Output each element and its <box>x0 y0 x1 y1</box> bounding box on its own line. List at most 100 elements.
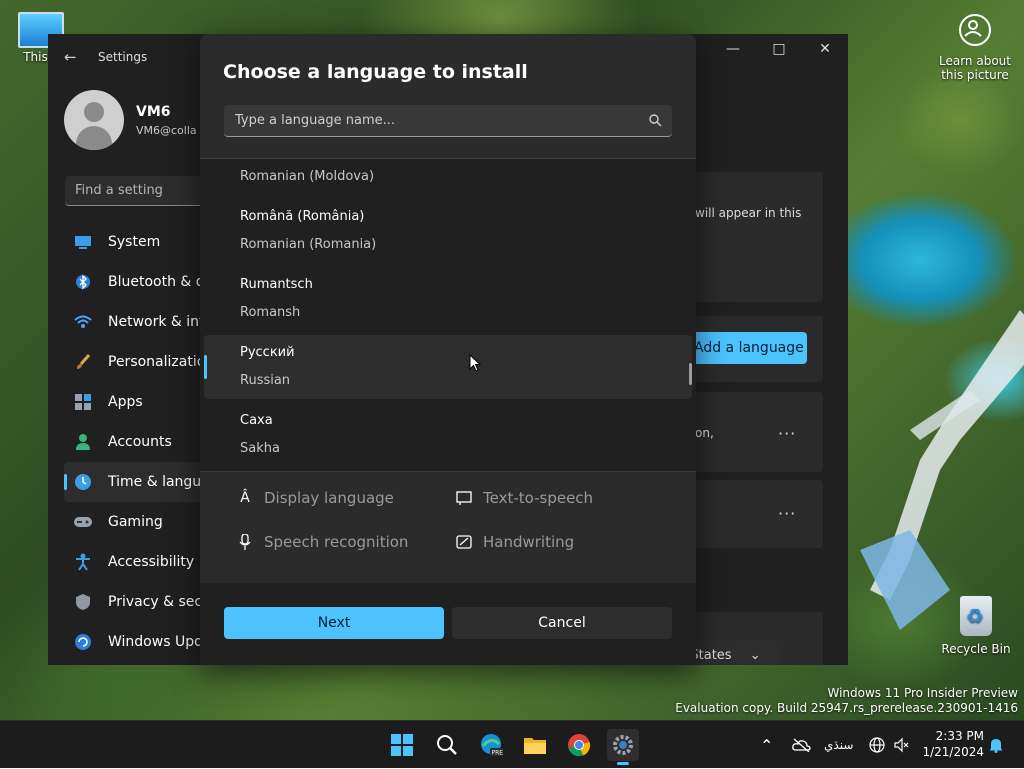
language-native-name: Rumantsch <box>240 277 313 292</box>
language-english-name: Sakha <box>240 441 280 456</box>
evaluation-watermark: Windows 11 Pro Insider Preview Evaluatio… <box>675 686 1018 716</box>
settings-app-title: Settings <box>98 50 148 64</box>
dialog-footer: Next Cancel <box>200 583 696 665</box>
feature-label: Text-to-speech <box>483 489 594 507</box>
preferred-languages-card <box>688 172 823 302</box>
input-language-label: سنڌي <box>824 738 854 752</box>
brush-icon <box>74 353 92 371</box>
text-to-speech-icon <box>455 489 473 507</box>
chrome-button[interactable] <box>563 729 595 761</box>
watermark-line2: Evaluation copy. Build 25947.rs_prerelea… <box>675 701 1018 715</box>
more-options-icon[interactable]: ··· <box>778 504 796 523</box>
language-item-romanian-moldova[interactable]: Romanian (Moldova) <box>204 159 692 195</box>
dialog-title: Choose a language to install <box>223 61 528 83</box>
list-scrollbar[interactable] <box>689 363 692 385</box>
recycle-bin-icon <box>960 596 992 636</box>
language-item-sakha[interactable]: Саха Sakha <box>204 403 692 467</box>
language-item-russian[interactable]: Русский Russian <box>204 335 692 399</box>
language-list: Romanian (Moldova) Română (România) Roma… <box>200 158 696 472</box>
bell-icon <box>990 739 1002 753</box>
folder-icon <box>524 738 546 754</box>
cloud-off-icon <box>792 738 811 752</box>
settings-taskbar-button[interactable] <box>607 729 639 765</box>
card-text-appear: will appear in this <box>695 206 802 220</box>
window-controls: — □ ✕ <box>710 34 848 64</box>
update-icon <box>74 633 92 651</box>
sidebar-item-label: Privacy & secu <box>108 594 211 610</box>
user-name: VM6 <box>136 104 171 120</box>
input-indicator[interactable]: سنڌي <box>824 721 853 769</box>
learn-label-line2: this picture <box>941 68 1009 82</box>
learn-about-picture-icon[interactable]: Learn about this picture <box>934 14 1016 82</box>
notifications-button[interactable] <box>988 721 1004 769</box>
minimize-icon[interactable]: — <box>710 34 756 64</box>
language-entry-card-2 <box>688 480 823 548</box>
watermark-line1: Windows 11 Pro Insider Preview <box>827 686 1018 700</box>
language-english-name: Romanian (Moldova) <box>240 169 375 184</box>
sidebar-item-label: Personalization <box>108 354 215 370</box>
chevron-up-icon: ⌃ <box>760 735 774 755</box>
edge-icon: PRE <box>481 734 503 757</box>
time-language-icon <box>74 473 92 491</box>
cloud-status[interactable] <box>791 721 811 769</box>
feature-label: Display language <box>264 489 394 507</box>
network-status[interactable] <box>869 721 885 769</box>
file-explorer-button[interactable] <box>519 729 551 761</box>
language-english-name: Romansh <box>240 305 301 320</box>
card-text-on: on, <box>695 426 714 440</box>
language-item-romansh[interactable]: Rumantsch Romansh <box>204 267 692 331</box>
search-icon <box>649 114 662 127</box>
globe-icon <box>869 737 885 753</box>
sidebar-item-label: Network & inte <box>108 314 214 330</box>
choose-language-dialog: Choose a language to install Type a lang… <box>200 34 696 665</box>
avatar[interactable] <box>64 90 124 150</box>
sidebar-item-label: Windows Upda <box>108 634 212 650</box>
show-hidden-icons[interactable]: ⌃ <box>760 721 773 769</box>
system-icon <box>74 233 92 251</box>
edge-beta-button[interactable]: PRE <box>475 729 507 761</box>
recycle-bin-label: Recycle Bin <box>941 642 1011 656</box>
display-language-icon: Â <box>240 490 250 506</box>
recycle-bin-desktop-icon[interactable]: Recycle Bin <box>940 596 1012 656</box>
feature-label: Speech recognition <box>264 533 409 551</box>
language-english-name: Romanian (Romania) <box>240 237 377 252</box>
maximize-icon[interactable]: □ <box>756 34 802 64</box>
speaker-muted-icon <box>894 737 909 753</box>
more-options-icon[interactable]: ··· <box>778 424 796 443</box>
add-language-button[interactable]: Add a language <box>688 332 807 364</box>
language-item-romanian-romania[interactable]: Română (România) Romanian (Romania) <box>204 199 692 263</box>
clock-date: 1/21/2024 <box>922 745 984 759</box>
volume-status[interactable] <box>894 721 910 769</box>
mouse-cursor-icon <box>469 354 481 372</box>
feature-text-to-speech: Text-to-speech <box>455 489 593 507</box>
taskbar-search-button[interactable] <box>431 729 463 761</box>
search-icon <box>437 735 457 755</box>
learn-label-line1: Learn about <box>939 54 1011 68</box>
back-arrow-icon[interactable]: ← <box>64 48 77 66</box>
gamepad-icon <box>74 513 92 531</box>
chrome-icon <box>568 734 591 757</box>
user-email: VM6@colla <box>136 124 197 137</box>
language-features: Â Display language Text-to-speech Speec… <box>200 471 696 583</box>
wifi-icon <box>74 313 92 331</box>
search-placeholder: Type a language name... <box>235 113 396 128</box>
bluetooth-icon <box>74 273 92 291</box>
feature-label: Handwriting <box>483 533 575 551</box>
taskbar-clock[interactable]: 2:33 PM 1/21/2024 <box>922 728 984 760</box>
sidebar-item-label: Time & langua <box>108 474 210 490</box>
windows-logo-icon <box>391 734 413 756</box>
taskbar: PRE ⌃ سنڌي 2:33 PM 1/21/2024 <box>0 720 1024 768</box>
clock-time: 2:33 PM <box>935 729 984 743</box>
close-icon[interactable]: ✕ <box>802 34 848 64</box>
language-native-name: Română (România) <box>240 209 365 224</box>
language-english-name: Russian <box>240 373 291 388</box>
next-button[interactable]: Next <box>224 607 444 639</box>
sidebar-item-label: Apps <box>108 394 143 410</box>
language-search-input[interactable]: Type a language name... <box>224 105 672 137</box>
accounts-icon <box>74 433 92 451</box>
cancel-button[interactable]: Cancel <box>452 607 672 639</box>
start-button[interactable] <box>386 729 418 761</box>
chevron-down-icon: ⌄ <box>749 648 761 663</box>
sidebar-item-label: System <box>108 234 161 250</box>
sidebar-item-label: Accounts <box>108 434 172 450</box>
